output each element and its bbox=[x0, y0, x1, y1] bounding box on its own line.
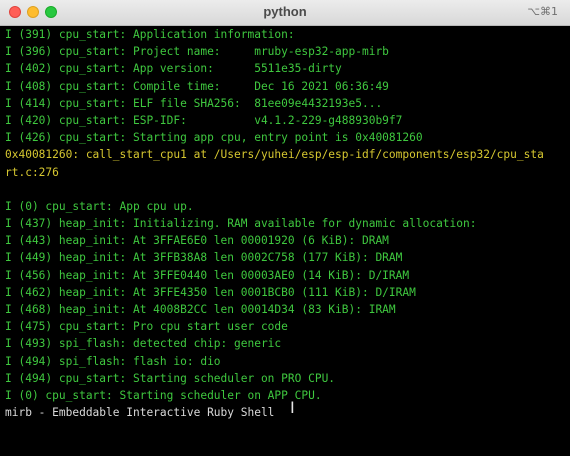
log-line: I (414) cpu_start: ELF file SHA256: 81ee… bbox=[5, 96, 383, 110]
window-shortcut: ⌥⌘1 bbox=[527, 5, 558, 18]
log-line: I (493) spi_flash: detected chip: generi… bbox=[5, 337, 282, 351]
log-line: I (396) cpu_start: Project name: mruby-e… bbox=[5, 45, 389, 59]
log-line: I (456) heap_init: At 3FFE0440 len 00003… bbox=[5, 268, 410, 282]
log-line: I (475) cpu_start: Pro cpu start user co… bbox=[5, 320, 288, 334]
address-trace-line: rt.c:276 bbox=[5, 165, 59, 179]
log-line: I (437) heap_init: Initializing. RAM ava… bbox=[5, 217, 477, 231]
log-line: I (468) heap_init: At 4008B2CC len 00014… bbox=[5, 303, 396, 316]
mirb-banner: mirb - Embeddable Interactive Ruby Shell bbox=[5, 406, 275, 420]
log-line: I (0) cpu_start: App cpu up. bbox=[5, 199, 194, 213]
log-line: I (443) heap_init: At 3FFAE6E0 len 00001… bbox=[5, 234, 389, 248]
log-line: I (426) cpu_start: Starting app cpu, ent… bbox=[5, 131, 423, 145]
window-title: python bbox=[263, 4, 307, 19]
log-line: I (449) heap_init: At 3FFB38A8 len 0002C… bbox=[5, 251, 403, 265]
log-line: I (420) cpu_start: ESP-IDF: v4.1.2-229-g… bbox=[5, 113, 403, 127]
terminal-output[interactable]: I (391) cpu_start: Application informati… bbox=[5, 26, 567, 454]
terminal-window: python ⌥⌘1 I (391) cpu_start: Applicatio… bbox=[0, 0, 570, 456]
log-line: I (408) cpu_start: Compile time: Dec 16 … bbox=[5, 79, 389, 93]
log-line: I (0) cpu_start: Starting scheduler on A… bbox=[5, 388, 322, 402]
ibeam-cursor-icon: Ⅰ bbox=[290, 398, 295, 417]
log-line: I (462) heap_init: At 3FFE4350 len 0001B… bbox=[5, 285, 416, 299]
title-bar[interactable]: python ⌥⌘1 bbox=[0, 0, 570, 26]
log-line: I (391) cpu_start: Application informati… bbox=[5, 28, 295, 41]
log-line: I (494) cpu_start: Starting scheduler on… bbox=[5, 371, 336, 385]
log-line: I (494) spi_flash: flash io: dio bbox=[5, 354, 221, 368]
address-trace-line: 0x40081260: call_start_cpu1 at /Users/yu… bbox=[5, 148, 544, 162]
log-line: I (402) cpu_start: App version: 5511e35-… bbox=[5, 62, 342, 76]
